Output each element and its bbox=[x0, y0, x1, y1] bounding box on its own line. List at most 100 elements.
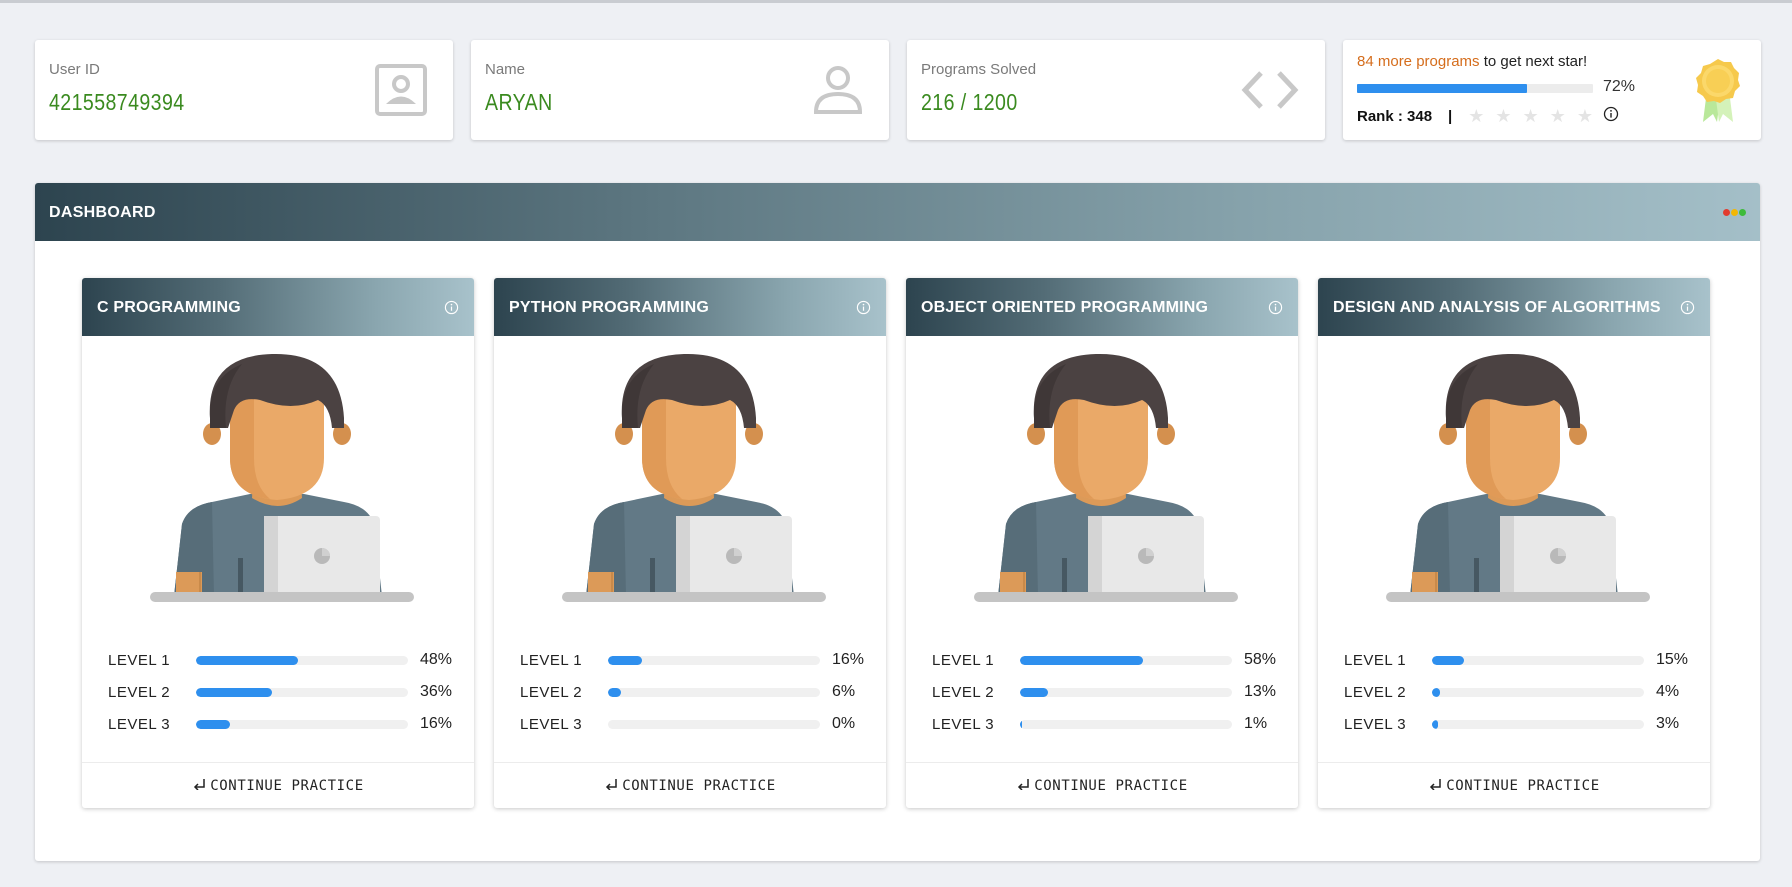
level-row: LEVEL 1 16% bbox=[520, 644, 872, 676]
level-progress-fill bbox=[608, 687, 621, 697]
star-icon: ★ bbox=[1549, 106, 1566, 126]
level-progress-bar bbox=[1432, 655, 1644, 665]
level-progress-fill bbox=[1432, 655, 1464, 665]
level-label: LEVEL 1 bbox=[520, 651, 583, 669]
level-label: LEVEL 3 bbox=[932, 715, 995, 733]
level-percent: 58% bbox=[1244, 651, 1277, 668]
level-label: LEVEL 1 bbox=[108, 651, 171, 669]
course-header: PYTHON PROGRAMMING bbox=[494, 278, 886, 336]
level-label: LEVEL 2 bbox=[932, 683, 995, 701]
name-card: Name ARYAN bbox=[471, 40, 889, 140]
info-circle-icon[interactable] bbox=[1268, 300, 1283, 320]
student-laptop-illustration bbox=[142, 348, 414, 607]
level-percent: 16% bbox=[420, 715, 453, 732]
dashboard-title: DASHBOARD bbox=[49, 204, 156, 221]
star-progress-bar bbox=[1357, 84, 1593, 93]
next-star-suffix: to get next star! bbox=[1483, 53, 1588, 70]
star-icon: ★ bbox=[1576, 106, 1593, 126]
level-label: LEVEL 3 bbox=[520, 715, 583, 733]
info-circle-icon[interactable] bbox=[1603, 106, 1619, 126]
level-label: LEVEL 2 bbox=[520, 683, 583, 701]
level-progress-bar bbox=[608, 719, 820, 729]
continue-practice-button[interactable]: CONTINUE PRACTICE bbox=[494, 762, 886, 808]
course-title: DESIGN AND ANALYSIS OF ALGORITHMS bbox=[1333, 299, 1661, 316]
level-row: LEVEL 2 6% bbox=[520, 676, 872, 708]
level-percent: 3% bbox=[1656, 715, 1680, 732]
level-progress-list: LEVEL 1 16% LEVEL 2 6% LEVEL 3 0% bbox=[520, 644, 872, 740]
star-icon: ★ bbox=[1495, 106, 1512, 126]
level-progress-fill bbox=[1432, 687, 1441, 697]
return-arrow-icon bbox=[1428, 778, 1442, 794]
level-row: LEVEL 3 1% bbox=[932, 708, 1284, 740]
dashboard-panel: DASHBOARD C PROGRAMMING LEVEL 1 48% LEVE… bbox=[35, 183, 1760, 861]
medal-ribbon-icon bbox=[1693, 56, 1743, 131]
level-progress-bar bbox=[608, 687, 820, 697]
level-percent: 36% bbox=[420, 683, 453, 700]
window-dots bbox=[1723, 209, 1746, 216]
level-progress-list: LEVEL 1 48% LEVEL 2 36% LEVEL 3 16% bbox=[108, 644, 460, 740]
user-id-value: 421558749394 bbox=[49, 89, 185, 115]
star-icon: ★ bbox=[1468, 106, 1485, 126]
level-row: LEVEL 3 16% bbox=[108, 708, 460, 740]
continue-practice-button[interactable]: CONTINUE PRACTICE bbox=[1318, 762, 1710, 808]
course-header: DESIGN AND ANALYSIS OF ALGORITHMS bbox=[1318, 278, 1710, 336]
star-progress-percent: 72% bbox=[1603, 78, 1636, 95]
return-arrow-icon bbox=[604, 778, 618, 794]
info-circle-icon[interactable] bbox=[1680, 300, 1695, 320]
name-value: ARYAN bbox=[485, 89, 553, 115]
level-label: LEVEL 3 bbox=[108, 715, 171, 733]
level-row: LEVEL 3 0% bbox=[520, 708, 872, 740]
star-rating: ★ ★ ★ ★ ★ bbox=[1468, 107, 1593, 125]
level-percent: 1% bbox=[1244, 715, 1268, 732]
level-percent: 15% bbox=[1656, 651, 1689, 668]
level-progress-bar bbox=[196, 655, 408, 665]
level-progress-fill bbox=[1432, 719, 1439, 729]
level-percent: 4% bbox=[1656, 683, 1680, 700]
course-card: C PROGRAMMING LEVEL 1 48% LEVEL 2 36% LE… bbox=[82, 278, 474, 808]
level-progress-bar bbox=[1020, 655, 1232, 665]
level-progress-bar bbox=[608, 655, 820, 665]
level-label: LEVEL 1 bbox=[1344, 651, 1407, 669]
next-star-message: 84 more programs to get next star! bbox=[1357, 53, 1587, 70]
level-progress-bar bbox=[196, 687, 408, 697]
level-percent: 6% bbox=[832, 683, 856, 700]
user-icon bbox=[813, 64, 863, 121]
level-progress-fill bbox=[1020, 687, 1048, 697]
level-row: LEVEL 1 48% bbox=[108, 644, 460, 676]
level-progress-fill bbox=[196, 719, 230, 729]
level-row: LEVEL 2 4% bbox=[1344, 676, 1696, 708]
level-progress-bar bbox=[1432, 719, 1644, 729]
course-card: OBJECT ORIENTED PROGRAMMING LEVEL 1 58% … bbox=[906, 278, 1298, 808]
level-row: LEVEL 1 58% bbox=[932, 644, 1284, 676]
continue-practice-label: CONTINUE PRACTICE bbox=[210, 777, 364, 794]
level-progress-bar bbox=[1020, 719, 1232, 729]
level-row: LEVEL 2 36% bbox=[108, 676, 460, 708]
info-circle-icon[interactable] bbox=[444, 300, 459, 320]
programs-label: Programs Solved bbox=[921, 61, 1037, 78]
course-header: OBJECT ORIENTED PROGRAMMING bbox=[906, 278, 1298, 336]
level-label: LEVEL 1 bbox=[932, 651, 995, 669]
level-label: LEVEL 2 bbox=[1344, 683, 1407, 701]
level-progress-fill bbox=[1020, 655, 1143, 665]
next-star-card: 84 more programs to get next star! 72% R… bbox=[1343, 40, 1761, 140]
yellow-dot-icon bbox=[1731, 209, 1738, 216]
level-label: LEVEL 2 bbox=[108, 683, 171, 701]
level-progress-list: LEVEL 1 15% LEVEL 2 4% LEVEL 3 3% bbox=[1344, 644, 1696, 740]
return-arrow-icon bbox=[1016, 778, 1030, 794]
level-progress-fill bbox=[608, 655, 642, 665]
user-id-card: User ID 421558749394 bbox=[35, 40, 453, 140]
level-progress-fill bbox=[1020, 719, 1023, 729]
continue-practice-button[interactable]: CONTINUE PRACTICE bbox=[906, 762, 1298, 808]
course-title: PYTHON PROGRAMMING bbox=[509, 299, 710, 316]
continue-practice-button[interactable]: CONTINUE PRACTICE bbox=[82, 762, 474, 808]
rank-row: Rank : 348 | ★ ★ ★ ★ ★ bbox=[1357, 106, 1619, 126]
star-progress-fill bbox=[1357, 84, 1527, 93]
user-id-label: User ID bbox=[49, 61, 100, 78]
level-percent: 0% bbox=[832, 715, 856, 732]
programs-card: Programs Solved 216 / 1200 bbox=[907, 40, 1325, 140]
info-circle-icon[interactable] bbox=[856, 300, 871, 320]
course-card: PYTHON PROGRAMMING LEVEL 1 16% LEVEL 2 6… bbox=[494, 278, 886, 808]
programs-value: 216 / 1200 bbox=[921, 89, 1018, 115]
programs-remaining: 84 more programs bbox=[1357, 53, 1480, 70]
star-icon: ★ bbox=[1522, 106, 1539, 126]
